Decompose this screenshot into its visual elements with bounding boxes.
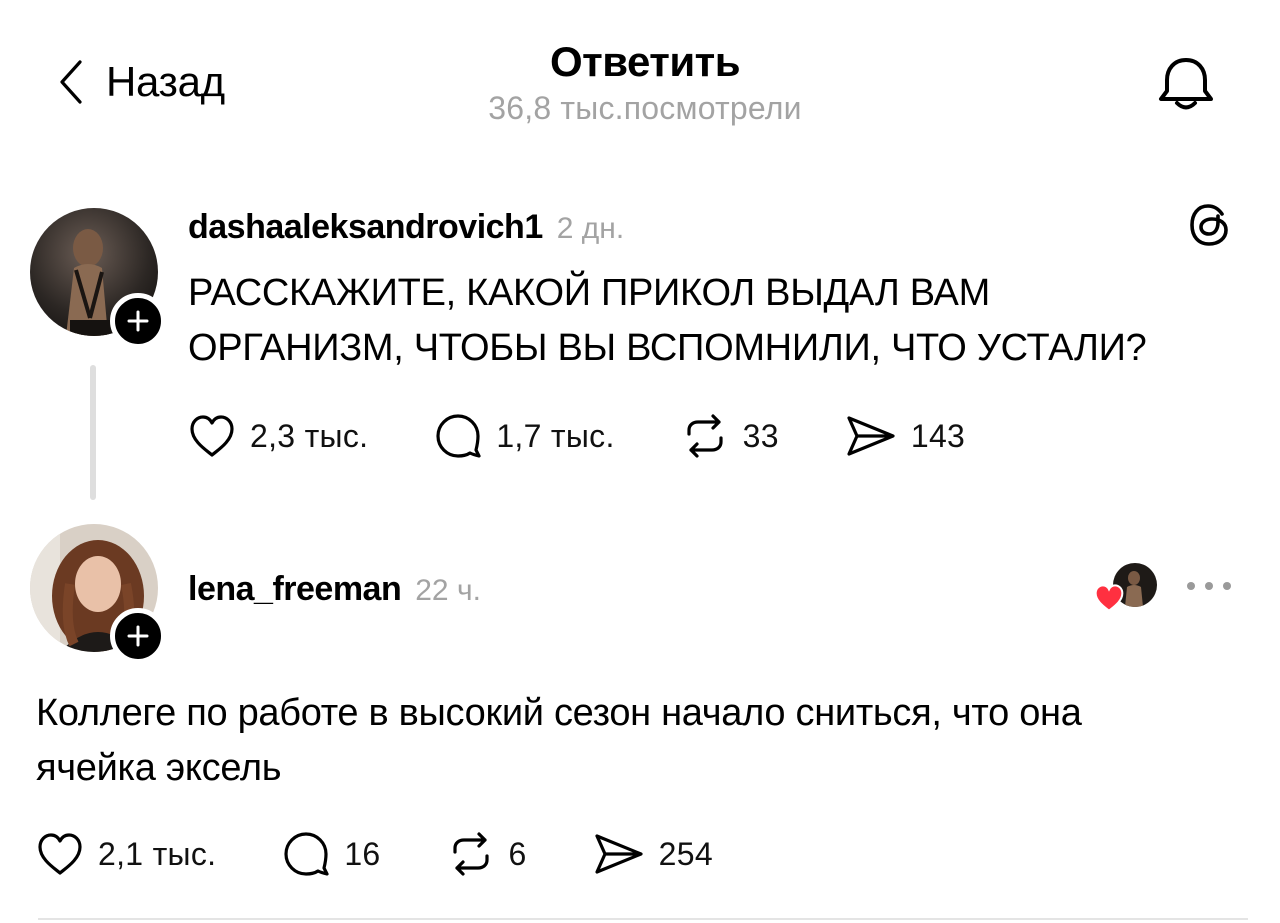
bell-icon[interactable] (1155, 52, 1217, 114)
post-text-line-1: РАССКАЖИТЕ, КАКОЙ ПРИКОЛ ВЫДАЛ ВАМ (188, 272, 990, 314)
reply-share-button[interactable]: 254 (593, 832, 713, 876)
reply-comment-button[interactable]: 16 (282, 830, 380, 878)
plus-icon (126, 309, 150, 333)
post-comment-button[interactable]: 1,7 тыс. (434, 412, 614, 460)
reply-shares-count: 254 (658, 835, 713, 872)
post-reposts-count: 33 (742, 417, 779, 454)
divider (38, 918, 1248, 920)
post-time: 2 дн. (556, 212, 625, 245)
reply-username[interactable]: lena_freeman (188, 570, 402, 609)
reply-time: 22 ч. (415, 574, 481, 607)
post-likes-count: 2,3 тыс. (250, 417, 369, 454)
reply-repost-button[interactable]: 6 (447, 830, 527, 878)
follow-plus-button[interactable] (110, 293, 166, 349)
comment-icon (282, 830, 330, 878)
reply-text-line-2: ячейка эксель (36, 747, 282, 789)
post-like-button[interactable]: 2,3 тыс. (188, 414, 368, 458)
heart-icon (188, 414, 236, 458)
post-share-button[interactable]: 143 (845, 414, 965, 458)
views-count: 36,8 тыс.посмотрели (488, 90, 802, 126)
page-title: Ответить (549, 38, 741, 85)
repost-icon (681, 412, 729, 460)
author-liked-indicator (1093, 563, 1161, 615)
post-repost-button[interactable]: 33 (681, 412, 779, 460)
post-username[interactable]: dashaaleksandrovich1 (188, 208, 543, 247)
threads-logo-icon[interactable] (1186, 200, 1234, 250)
post-shares-count: 143 (910, 417, 966, 454)
heart-icon (1093, 583, 1125, 613)
comment-icon (434, 412, 482, 460)
reply-text-line-1: Коллеге по работе в высокий сезон начало… (36, 692, 1082, 734)
reply-like-button[interactable]: 2,1 тыс. (36, 832, 216, 876)
post-replies-count: 1,7 тыс. (496, 417, 615, 454)
share-icon (845, 414, 897, 458)
reply-likes-count: 2,1 тыс. (98, 835, 217, 872)
reply-replies-count: 16 (344, 835, 381, 872)
post-text-line-2: ОРГАНИЗМ, ЧТОБЫ ВЫ ВСПОМНИЛИ, ЧТО УСТАЛИ… (188, 327, 1147, 369)
thread-line (90, 365, 96, 500)
plus-icon (126, 624, 150, 648)
repost-icon (447, 830, 495, 878)
reply-reposts-count: 6 (508, 835, 527, 872)
more-icon[interactable] (1184, 576, 1234, 596)
follow-plus-button[interactable] (110, 608, 166, 664)
heart-icon (36, 832, 84, 876)
share-icon (593, 832, 645, 876)
